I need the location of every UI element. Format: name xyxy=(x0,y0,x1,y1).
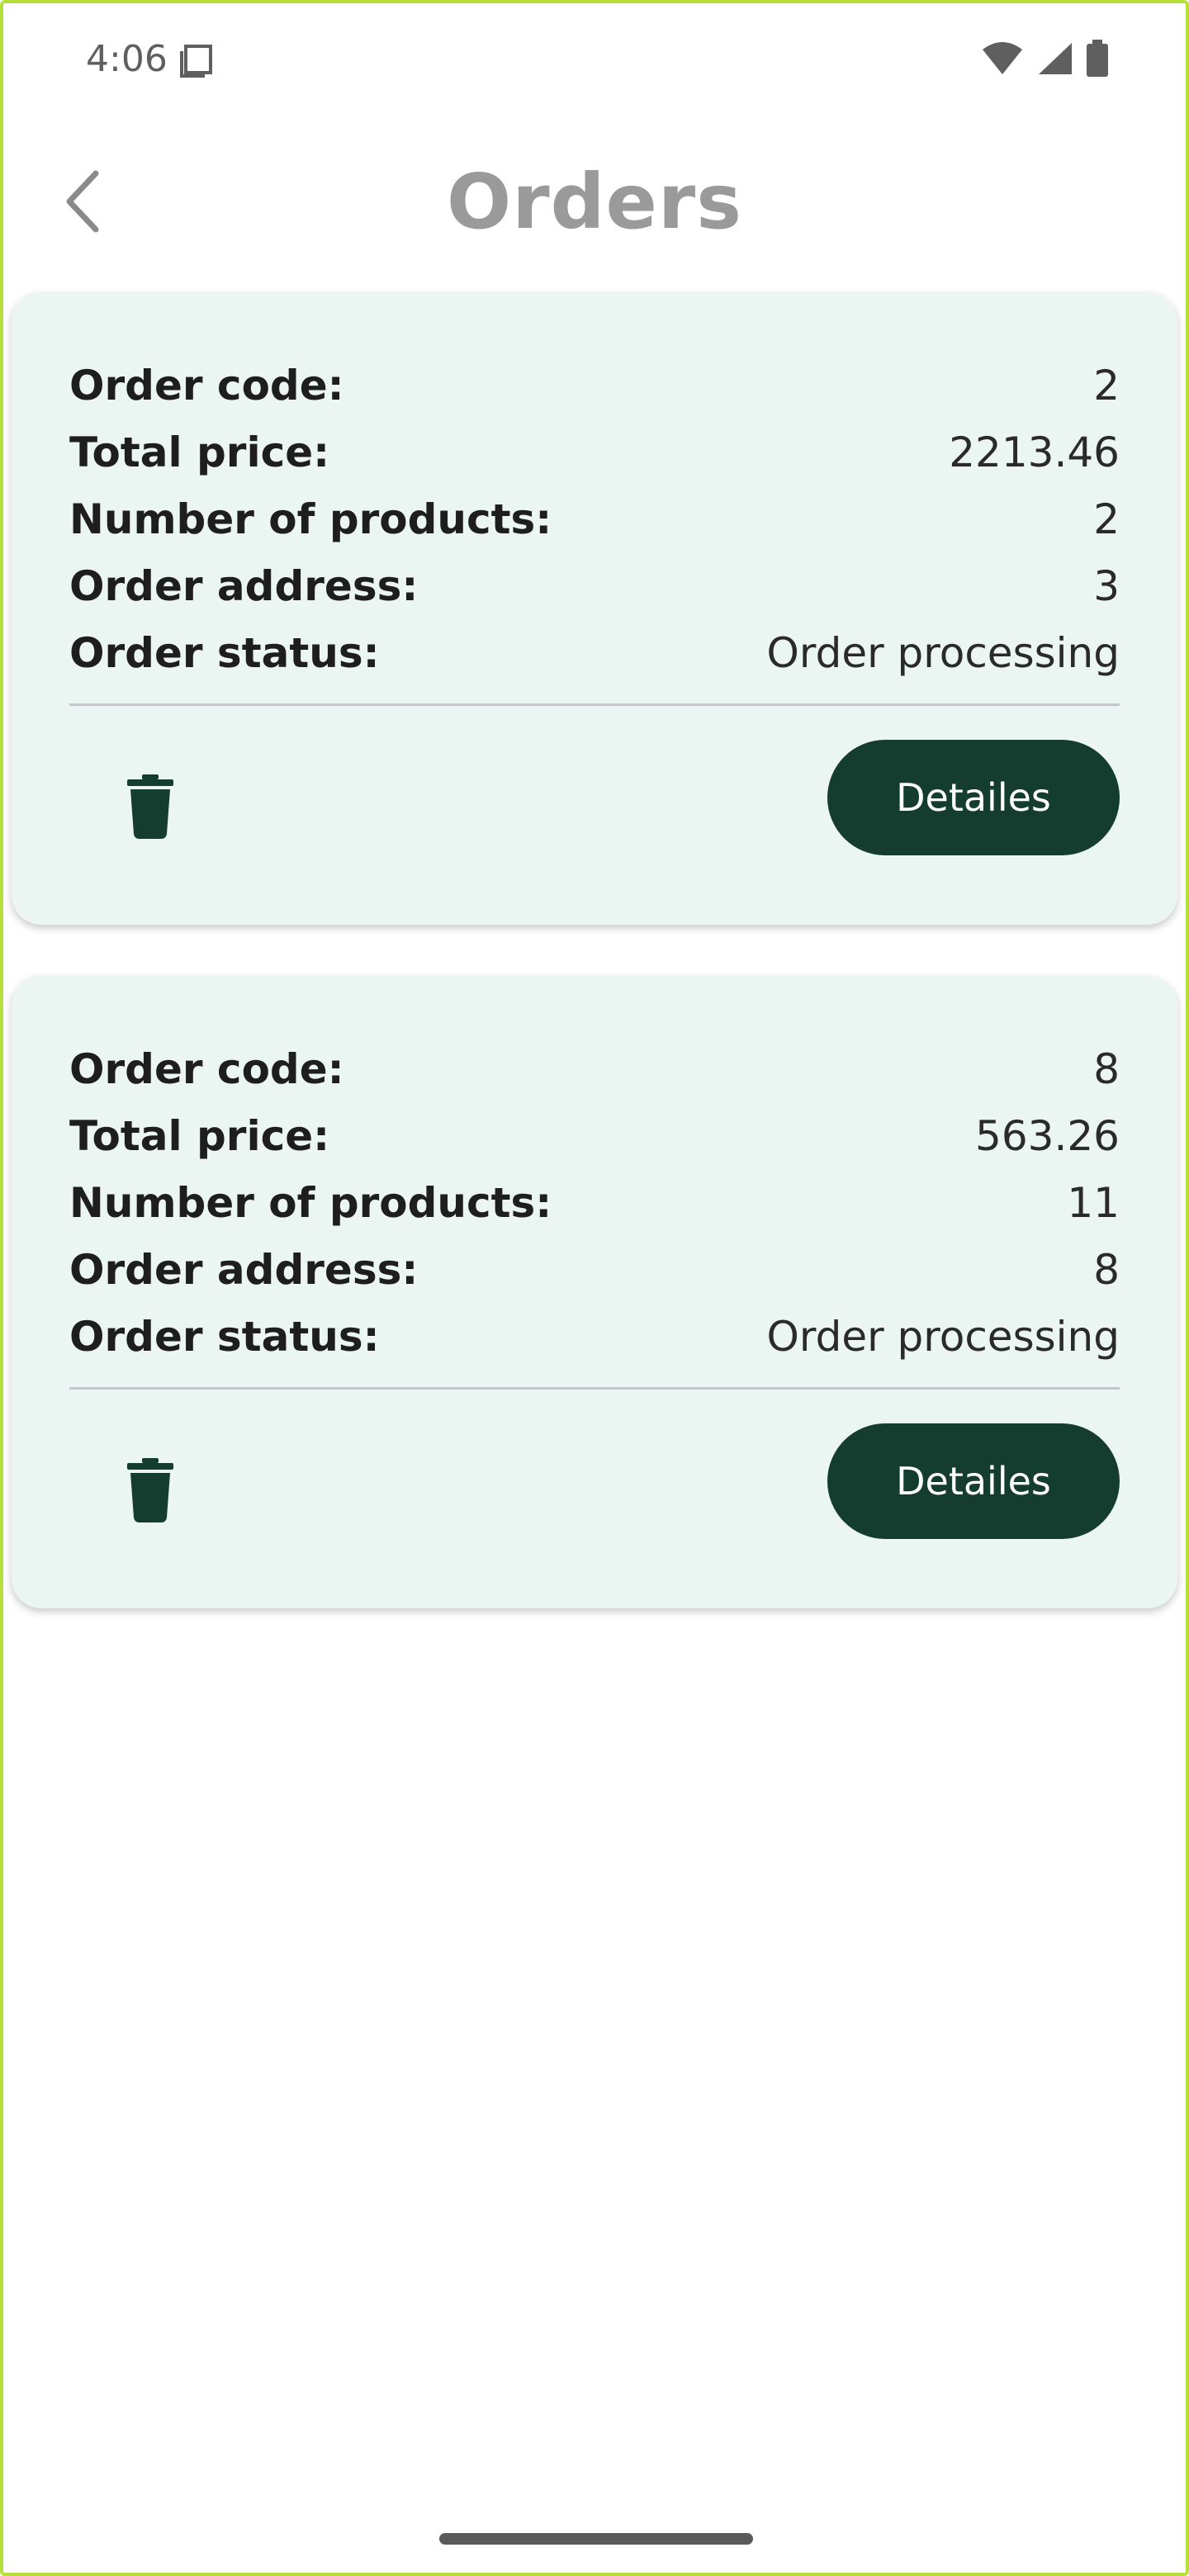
home-indicator[interactable] xyxy=(439,2533,753,2545)
order-code-value: 2 xyxy=(1093,361,1120,410)
total-price-row: Total price: 2213.46 xyxy=(69,419,1120,485)
total-price-value: 563.26 xyxy=(975,1111,1120,1160)
product-count-value: 11 xyxy=(1067,1178,1120,1227)
total-price-label: Total price: xyxy=(69,1111,330,1160)
wifi-icon xyxy=(981,41,1024,79)
order-address-label: Order address: xyxy=(69,561,419,610)
order-address-value: 3 xyxy=(1093,561,1120,610)
trash-icon xyxy=(126,774,175,842)
order-card: Order code: 8 Total price: 563.26 Number… xyxy=(12,976,1177,1608)
page-title: Orders xyxy=(447,158,742,246)
order-status-value: Order processing xyxy=(766,1312,1120,1361)
order-address-value: 8 xyxy=(1093,1245,1120,1294)
battery-icon xyxy=(1085,40,1110,81)
total-price-value: 2213.46 xyxy=(949,428,1120,476)
delete-order-button[interactable] xyxy=(109,763,192,854)
product-count-row: Number of products: 11 xyxy=(69,1169,1120,1236)
card-divider xyxy=(69,1387,1120,1390)
sim-card-icon xyxy=(178,43,215,79)
order-details-list: Order code: 8 Total price: 563.26 Number… xyxy=(69,1035,1120,1370)
app-bar: Orders xyxy=(0,132,1189,272)
order-code-label: Order code: xyxy=(69,1044,344,1093)
order-code-label: Order code: xyxy=(69,361,344,410)
total-price-row: Total price: 563.26 xyxy=(69,1102,1120,1169)
order-status-row: Order status: Order processing xyxy=(69,619,1120,686)
status-bar: 4:06 xyxy=(0,0,1189,116)
details-button[interactable]: Detailes xyxy=(827,740,1120,855)
order-address-label: Order address: xyxy=(69,1245,419,1294)
product-count-label: Number of products: xyxy=(69,1178,552,1227)
details-button[interactable]: Detailes xyxy=(827,1423,1120,1539)
order-code-value: 8 xyxy=(1093,1044,1120,1093)
product-count-row: Number of products: 2 xyxy=(69,485,1120,552)
order-address-row: Order address: 3 xyxy=(69,552,1120,619)
product-count-value: 2 xyxy=(1093,495,1120,543)
total-price-label: Total price: xyxy=(69,428,330,476)
product-count-label: Number of products: xyxy=(69,495,552,543)
order-status-value: Order processing xyxy=(766,628,1120,677)
order-status-label: Order status: xyxy=(69,628,380,677)
order-details-list: Order code: 2 Total price: 2213.46 Numbe… xyxy=(69,352,1120,686)
orders-list: Order code: 2 Total price: 2213.46 Numbe… xyxy=(12,292,1177,1660)
order-address-row: Order address: 8 xyxy=(69,1236,1120,1303)
status-icons xyxy=(981,40,1110,81)
order-code-row: Order code: 2 xyxy=(69,352,1120,419)
order-status-row: Order status: Order processing xyxy=(69,1303,1120,1370)
trash-icon xyxy=(126,1458,175,1526)
order-code-row: Order code: 8 xyxy=(69,1035,1120,1102)
order-card: Order code: 2 Total price: 2213.46 Numbe… xyxy=(12,292,1177,925)
card-divider xyxy=(69,703,1120,706)
status-time: 4:06 xyxy=(86,38,168,80)
order-status-label: Order status: xyxy=(69,1312,380,1361)
signal-icon xyxy=(1035,41,1073,79)
delete-order-button[interactable] xyxy=(109,1447,192,1537)
